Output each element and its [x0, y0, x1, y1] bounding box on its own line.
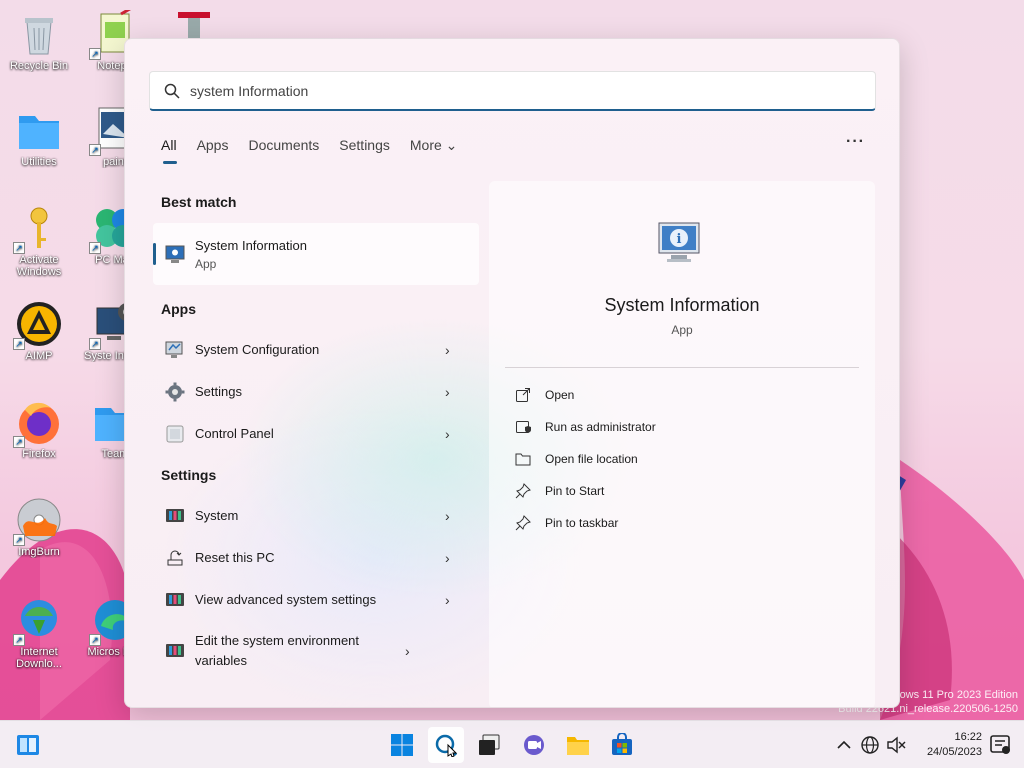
- tab-documents[interactable]: Documents: [248, 137, 319, 160]
- action-open-file-location[interactable]: Open file location: [515, 451, 638, 467]
- settings-heading: Settings: [161, 467, 217, 483]
- more-options-button[interactable]: ···: [846, 133, 865, 151]
- pin-icon: [515, 515, 531, 531]
- search-input[interactable]: system Information: [149, 71, 876, 111]
- search-panel: system Information All Apps Documents Se…: [124, 38, 900, 708]
- open-external-icon: [516, 388, 530, 402]
- shield-admin-icon: [516, 421, 531, 433]
- result-preview-pane: i System Information App Open Run as adm…: [489, 181, 875, 707]
- clock-time: 16:22: [954, 731, 982, 743]
- action-pin-to-taskbar[interactable]: Pin to taskbar: [515, 515, 618, 531]
- gear-icon: [165, 382, 185, 402]
- system-info-icon: [165, 245, 185, 263]
- desktop-icon-tool: [178, 12, 210, 38]
- volume-muted-icon[interactable]: [884, 733, 908, 757]
- best-match-result[interactable]: System Information App: [153, 223, 479, 285]
- chevron-right-icon: ›: [445, 384, 450, 400]
- system-info-large-icon: i: [658, 222, 700, 262]
- preview-divider: [505, 367, 859, 368]
- folder-open-icon: [515, 453, 531, 466]
- list-item-settings-app[interactable]: Settings ›: [153, 373, 479, 411]
- folder-icon: [19, 116, 59, 149]
- tab-more[interactable]: More ⌄: [410, 137, 458, 160]
- taskbar: 16:22 24/05/2023: [0, 720, 1024, 768]
- action-run-as-administrator[interactable]: Run as administrator: [515, 419, 656, 435]
- search-icon: [435, 734, 458, 757]
- list-item-system[interactable]: System ›: [153, 497, 479, 535]
- reset-pc-icon: [167, 550, 183, 566]
- chevron-right-icon: ›: [445, 550, 450, 566]
- chat-icon[interactable]: [522, 733, 546, 757]
- clock-date: 24/05/2023: [926, 746, 982, 758]
- best-match-name: System Information: [195, 237, 307, 253]
- action-pin-to-start[interactable]: Pin to Start: [515, 483, 604, 499]
- list-item-reset-this-pc[interactable]: Reset this PC ›: [153, 539, 479, 577]
- list-item-system-configuration[interactable]: System Configuration ›: [153, 331, 479, 369]
- search-query-text: system Information: [190, 82, 309, 99]
- desktop-icon-recycle-bin[interactable]: Recycle Bin: [6, 10, 72, 72]
- best-match-type: App: [195, 256, 217, 271]
- system-settings-icon: [166, 593, 184, 606]
- chevron-right-icon: ›: [445, 426, 450, 442]
- svg-text:i: i: [677, 232, 682, 247]
- chevron-right-icon: ›: [445, 508, 450, 524]
- desktop-icon-aimp[interactable]: ↗ AIMP: [6, 300, 72, 362]
- desktop-icon-firefox[interactable]: ↗ Firefox: [6, 398, 72, 460]
- search-filter-tabs: All Apps Documents Settings More ⌄: [161, 137, 458, 164]
- chevron-right-icon: ›: [405, 643, 410, 659]
- store-icon[interactable]: [610, 733, 634, 757]
- preview-app-name: System Information: [604, 295, 760, 315]
- widgets-icon[interactable]: [16, 733, 40, 757]
- control-panel-icon: [166, 425, 184, 443]
- tab-settings[interactable]: Settings: [339, 137, 390, 160]
- tab-apps[interactable]: Apps: [197, 137, 229, 160]
- desktop-icon-imgburn[interactable]: ↗ ImgBurn: [6, 496, 72, 558]
- action-open[interactable]: Open: [515, 387, 574, 403]
- list-item-control-panel[interactable]: Control Panel ›: [153, 415, 479, 453]
- desktop-icon-activate-windows[interactable]: ↗ Activate Windows: [6, 204, 72, 278]
- list-item-view-advanced-system-settings[interactable]: View advanced system settings ›: [153, 581, 479, 619]
- system-settings-icon: [166, 509, 184, 522]
- list-item-edit-environment-variables[interactable]: Edit the system environment variables ›: [153, 627, 479, 675]
- desktop-icon-internet-download-manager[interactable]: ↗ Internet Downlo...: [6, 596, 72, 670]
- system-settings-icon: [166, 644, 184, 657]
- recycle-bin-icon: [25, 18, 53, 55]
- chevron-right-icon: ›: [445, 592, 450, 608]
- pin-icon: [515, 483, 531, 499]
- show-hidden-icons-icon[interactable]: [832, 733, 856, 757]
- chevron-right-icon: ›: [445, 342, 450, 358]
- network-globe-icon[interactable]: [858, 733, 882, 757]
- system-config-icon: [165, 341, 183, 358]
- best-match-heading: Best match: [161, 194, 237, 210]
- apps-heading: Apps: [161, 301, 196, 317]
- notifications-icon[interactable]: [988, 733, 1012, 757]
- clock[interactable]: 16:22 24/05/2023: [927, 730, 982, 760]
- search-icon: [164, 83, 180, 99]
- start-button-icon[interactable]: [390, 733, 414, 757]
- task-view-icon[interactable]: [477, 733, 501, 757]
- preview-app-type: App: [671, 323, 693, 337]
- file-explorer-icon[interactable]: [566, 733, 590, 757]
- tab-all[interactable]: All: [161, 137, 177, 164]
- desktop-icon-utilities[interactable]: Utilities: [6, 106, 72, 168]
